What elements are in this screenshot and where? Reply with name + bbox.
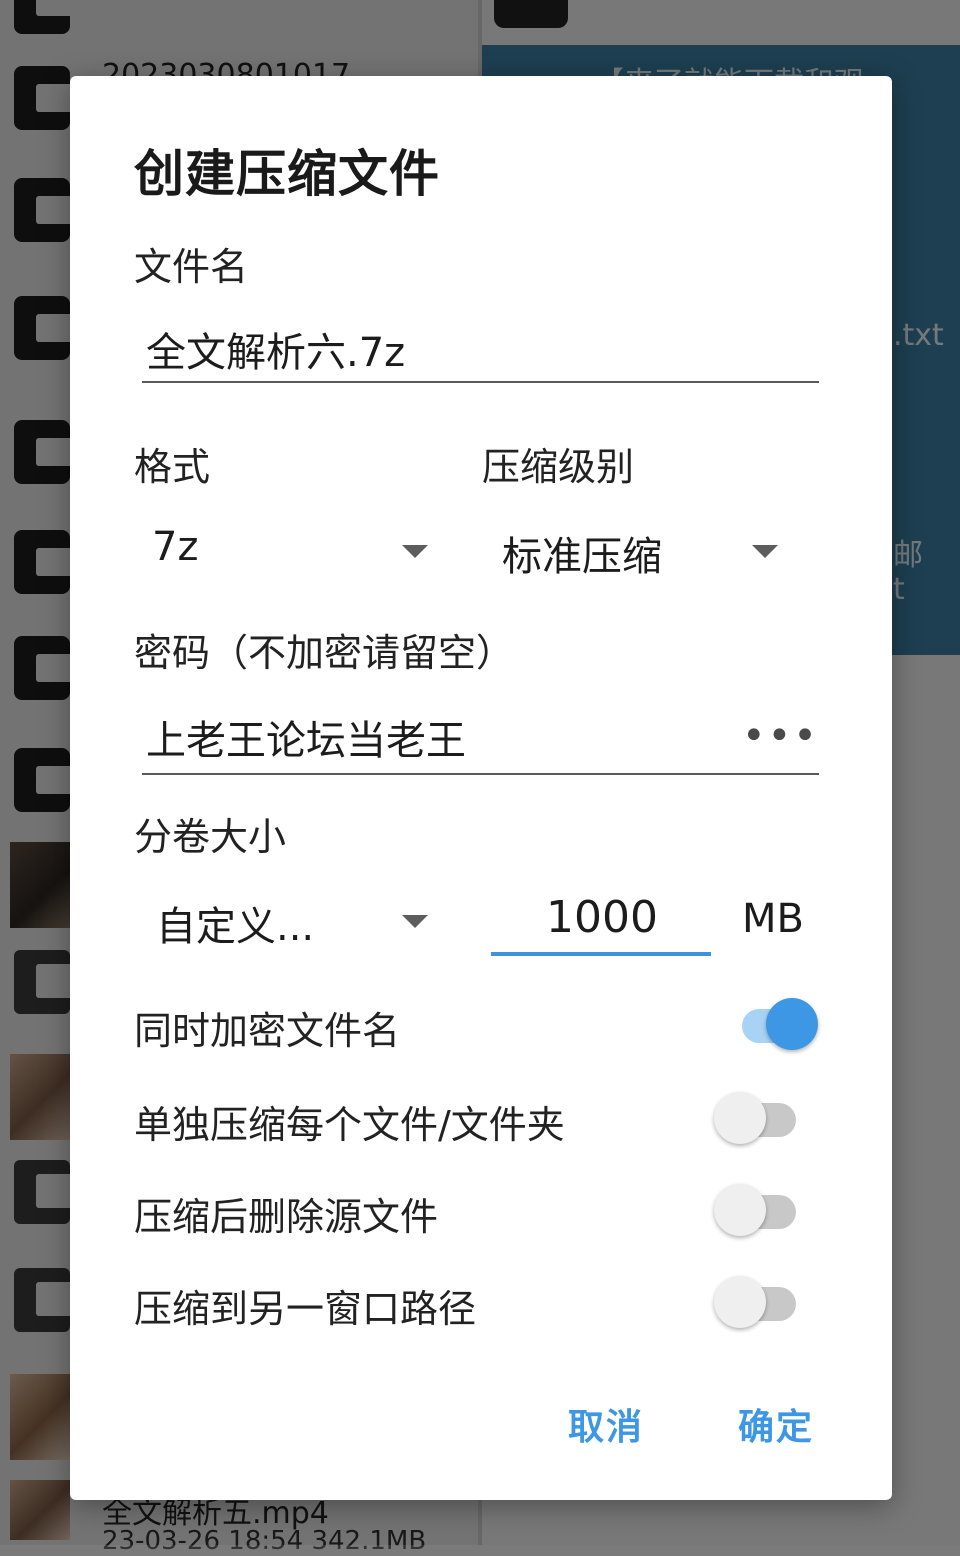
option-label: 单独压缩每个文件/文件夹 (134, 1103, 565, 1147)
more-dots-icon[interactable]: ••• (742, 716, 819, 756)
password-field[interactable]: 上老王论坛当老王 (146, 708, 466, 766)
filename-field[interactable]: 全文解析六.7z (146, 320, 405, 378)
password-underline (142, 773, 819, 775)
volume-mode-select[interactable]: 自定义... (140, 888, 440, 950)
chevron-down-icon (752, 545, 778, 558)
level-selected-value: 标准压缩 (502, 534, 662, 580)
compress-separately-toggle[interactable] (714, 1088, 800, 1148)
ok-button[interactable]: 确定 (738, 1398, 814, 1450)
option-label: 压缩到另一窗口路径 (134, 1287, 477, 1331)
delete-source-toggle[interactable] (714, 1180, 800, 1240)
format-select[interactable]: 7z (140, 518, 440, 578)
toggle-knob (714, 1184, 766, 1236)
volume-mode-value: 自定义... (156, 904, 315, 950)
format-label: 格式 (134, 445, 211, 489)
volume-size-input[interactable]: 1000 (546, 892, 658, 943)
dialog-title: 创建压缩文件 (134, 145, 440, 203)
chevron-down-icon (402, 545, 428, 558)
create-archive-dialog: 创建压缩文件 文件名 全文解析六.7z 格式 压缩级别 7z 标准压缩 密码（不… (70, 76, 892, 1500)
option-label: 同时加密文件名 (134, 1009, 401, 1053)
toggle-knob (766, 998, 818, 1050)
other-window-path-toggle[interactable] (714, 1272, 800, 1332)
level-label: 压缩级别 (482, 445, 635, 489)
format-selected-value: 7z (152, 524, 199, 570)
volume-unit: MB (742, 896, 804, 942)
chevron-down-icon (402, 915, 428, 928)
level-select[interactable]: 标准压缩 (490, 518, 790, 580)
volume-label: 分卷大小 (134, 815, 287, 859)
volume-size-underline (491, 952, 711, 956)
cancel-button[interactable]: 取消 (568, 1398, 644, 1450)
toggle-knob (714, 1276, 766, 1328)
toggle-knob (714, 1092, 766, 1144)
password-label: 密码（不加密请留空） (134, 631, 515, 675)
filename-underline (142, 381, 819, 383)
option-label: 压缩后删除源文件 (134, 1195, 439, 1239)
encrypt-filenames-toggle[interactable] (730, 994, 818, 1054)
filename-label: 文件名 (134, 245, 249, 289)
